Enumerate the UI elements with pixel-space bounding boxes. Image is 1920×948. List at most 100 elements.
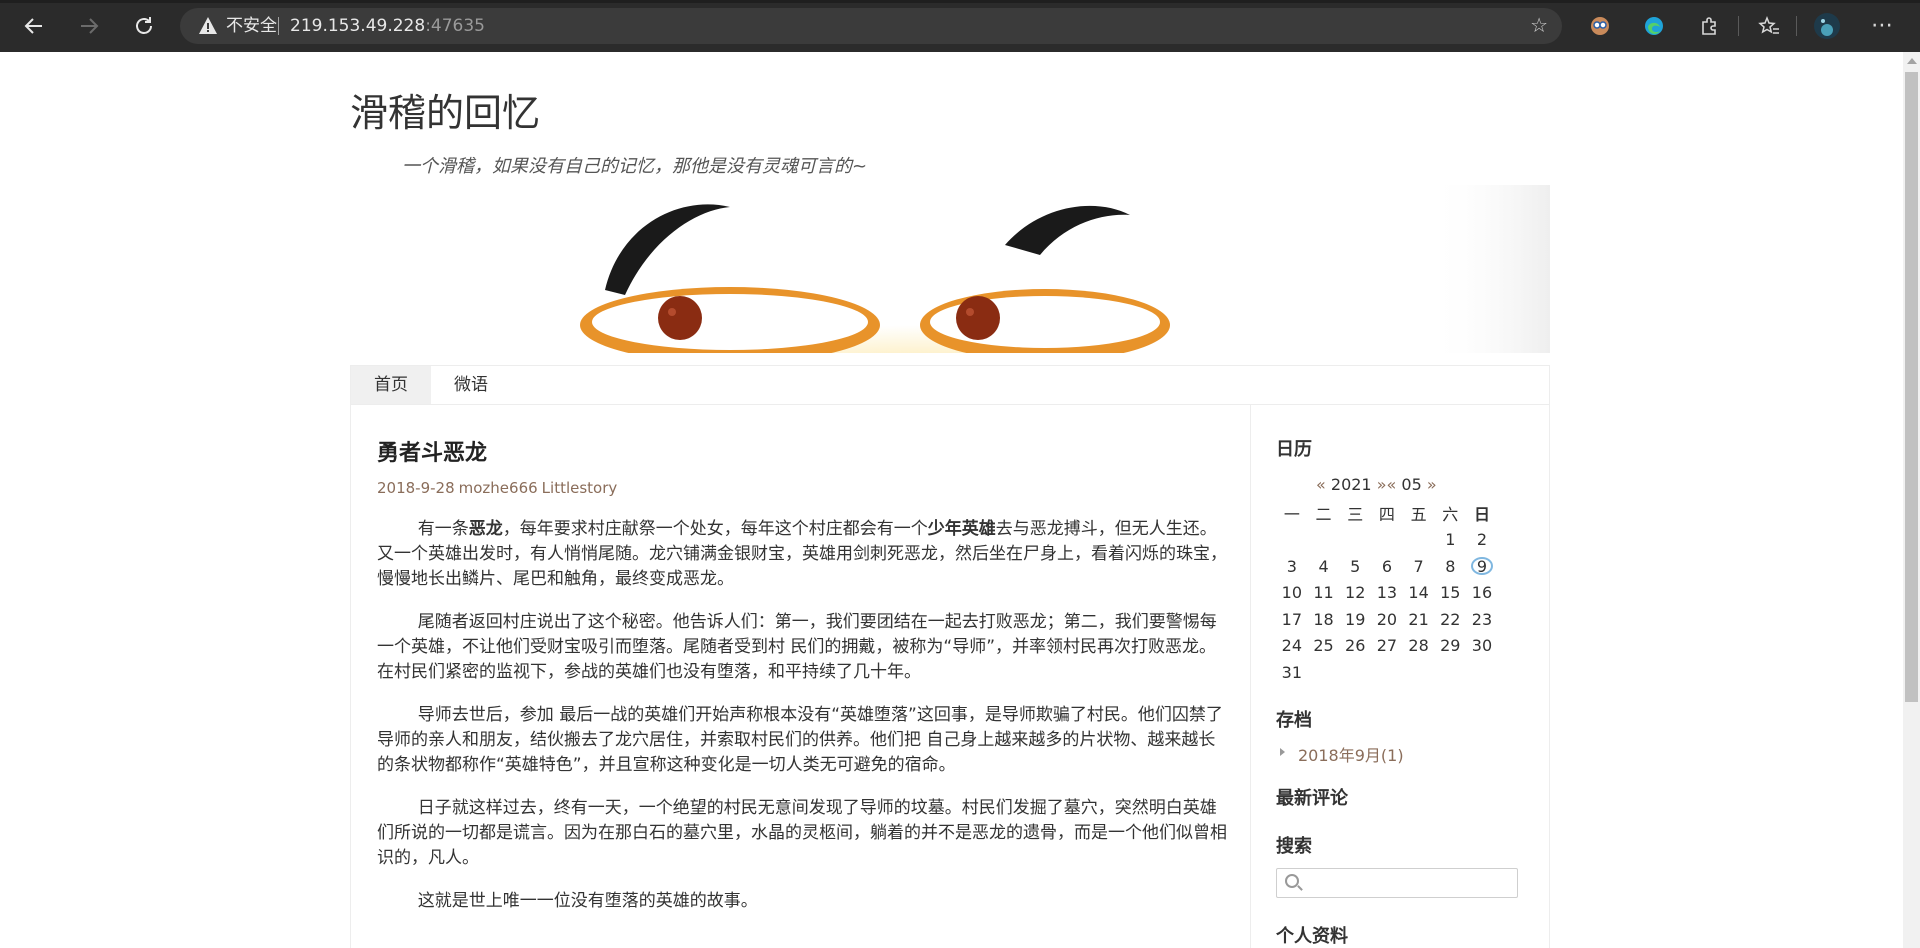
- post-title[interactable]: 勇者斗恶龙: [377, 435, 1227, 475]
- reload-button[interactable]: [128, 10, 160, 42]
- toolbar-separator-2: [1796, 16, 1797, 36]
- search-input[interactable]: [1276, 867, 1518, 898]
- calendar-day[interactable]: 7: [1403, 553, 1435, 580]
- calendar-day-label: 7: [1413, 556, 1424, 576]
- prev-year-link[interactable]: «: [1316, 475, 1326, 494]
- menu-item-home[interactable]: 首页: [351, 366, 431, 404]
- calendar-day[interactable]: 24: [1276, 633, 1308, 660]
- calendar-day[interactable]: 14: [1403, 580, 1435, 607]
- calendar-day[interactable]: 23: [1466, 606, 1498, 633]
- calendar-day-label: 13: [1376, 583, 1398, 603]
- calendar-day[interactable]: 22: [1434, 606, 1466, 633]
- calendar-day[interactable]: 1: [1434, 527, 1466, 554]
- calendar-day-label: 24: [1281, 636, 1303, 656]
- calendar-empty: [1339, 527, 1371, 554]
- calendar-week: 31: [1276, 659, 1498, 686]
- bold-hero: 少年英雄: [927, 519, 996, 539]
- calendar-nav: « 2021 »« 05 »: [1316, 475, 1526, 494]
- calendar-day-label: 15: [1440, 583, 1461, 603]
- calendar-day-label: 4: [1318, 556, 1329, 576]
- calendar-day[interactable]: 29: [1434, 633, 1466, 660]
- calendar-day[interactable]: 18: [1308, 606, 1340, 633]
- profile-title: 个人资料: [1276, 925, 1348, 947]
- calendar-day-label: 1: [1445, 530, 1456, 550]
- calendar-empty: [1371, 527, 1403, 554]
- calendar-week: 17 18 19 20 21 22 23: [1276, 606, 1498, 633]
- address-bar[interactable]: 不安全 219.153.49.228:47635 ☆: [180, 8, 1562, 44]
- post-paragraph-1: 有一条恶龙，每年要求村庄献祭一个处女，每年这个村庄都会有一个少年英雄去与恶龙搏斗…: [377, 517, 1227, 592]
- calendar-empty: [1308, 659, 1340, 686]
- calendar-day[interactable]: 20: [1371, 606, 1403, 633]
- calendar-day[interactable]: 13: [1371, 580, 1403, 607]
- calendar-day[interactable]: 16: [1466, 580, 1498, 607]
- back-button[interactable]: [18, 10, 50, 42]
- calendar-day-label: 23: [1471, 609, 1493, 629]
- calendar-day[interactable]: 5: [1339, 553, 1371, 580]
- calendar-day[interactable]: 12: [1339, 580, 1371, 607]
- post-category-link[interactable]: Littlestory: [542, 479, 618, 497]
- calendar-day-label: 2: [1476, 530, 1488, 550]
- favorites-icon[interactable]: [1753, 10, 1785, 42]
- recent-comments-title: 最新评论: [1276, 787, 1348, 809]
- profile-avatar[interactable]: [1811, 10, 1843, 42]
- calendar-day[interactable]: 10: [1276, 580, 1308, 607]
- calendar-day-label: 31: [1281, 662, 1303, 682]
- calendar-day[interactable]: 21: [1403, 606, 1435, 633]
- more-menu-icon[interactable]: ⋯: [1866, 10, 1898, 42]
- calendar-day-label: 17: [1281, 609, 1303, 629]
- extension-avatar-icon[interactable]: [1584, 10, 1616, 42]
- prev-month-link[interactable]: «: [1387, 475, 1397, 494]
- calendar-day[interactable]: 31: [1276, 659, 1308, 686]
- calendar-day[interactable]: 11: [1308, 580, 1340, 607]
- calendar-day[interactable]: 4: [1308, 553, 1340, 580]
- extensions-icon[interactable]: [1693, 10, 1725, 42]
- add-favorite-icon[interactable]: ☆: [1530, 13, 1548, 37]
- security-label[interactable]: 不安全: [226, 8, 277, 44]
- calendar-day[interactable]: 9: [1466, 553, 1498, 580]
- calendar-day-label: 10: [1281, 583, 1303, 603]
- bold-dragon: 恶龙: [468, 519, 503, 539]
- forward-button[interactable]: [73, 10, 105, 42]
- weekday: 四: [1378, 505, 1395, 525]
- calendar-day[interactable]: 8: [1434, 553, 1466, 580]
- calendar-empty: [1403, 527, 1435, 554]
- calendar-day[interactable]: 15: [1434, 580, 1466, 607]
- calendar-day[interactable]: 28: [1403, 633, 1435, 660]
- calendar-empty: [1434, 659, 1466, 686]
- post-paragraph-5: 这就是世上唯一一位没有堕落的英雄的故事。: [417, 891, 758, 911]
- calendar-day-label: 8: [1445, 556, 1456, 576]
- next-month-link[interactable]: »: [1427, 475, 1437, 494]
- triangle-right-icon: [1280, 747, 1285, 756]
- menu-item-microposts[interactable]: 微语: [431, 366, 511, 404]
- scroll-up-icon[interactable]: [1907, 58, 1917, 64]
- edge-icon[interactable]: [1638, 10, 1670, 42]
- calendar-day-label: 18: [1313, 609, 1334, 629]
- next-year-link[interactable]: »: [1377, 475, 1387, 494]
- calendar-day[interactable]: 27: [1371, 633, 1403, 660]
- post-paragraph-2: 尾随者返回村庄说出了这个秘密。他告诉人们：第一，我们要团结在一起去打败恶龙；第二…: [377, 612, 1217, 682]
- calendar-day[interactable]: 19: [1339, 606, 1371, 633]
- toolbar-separator: [1738, 16, 1739, 36]
- calendar-day[interactable]: 25: [1308, 633, 1340, 660]
- post-author-link[interactable]: mozhe666: [459, 479, 538, 497]
- calendar-day[interactable]: 17: [1276, 606, 1308, 633]
- archive-link[interactable]: 2018年9月(1): [1298, 746, 1404, 765]
- calendar-day[interactable]: 30: [1466, 633, 1498, 660]
- calendar-day-label: 27: [1376, 636, 1398, 656]
- calendar-day[interactable]: 3: [1276, 553, 1308, 580]
- search-title: 搜索: [1276, 835, 1312, 857]
- url-text[interactable]: 219.153.49.228:47635: [290, 8, 485, 44]
- calendar-day-label: 12: [1345, 583, 1366, 603]
- scrollbar-thumb[interactable]: [1905, 72, 1918, 702]
- archive-item[interactable]: 2018年9月(1): [1276, 742, 1526, 766]
- calendar-day[interactable]: 6: [1371, 553, 1403, 580]
- calendar-day[interactable]: 2: [1466, 527, 1498, 554]
- search-icon: [1285, 873, 1299, 888]
- site-title[interactable]: 滑稽的回忆: [350, 82, 540, 137]
- calendar-month: 05: [1401, 475, 1422, 494]
- weekday: 五: [1410, 505, 1427, 525]
- warning-icon: [199, 17, 217, 34]
- calendar-day[interactable]: 26: [1339, 633, 1371, 660]
- arrow-right-icon: [81, 18, 99, 34]
- page-scrollbar[interactable]: [1903, 52, 1920, 948]
